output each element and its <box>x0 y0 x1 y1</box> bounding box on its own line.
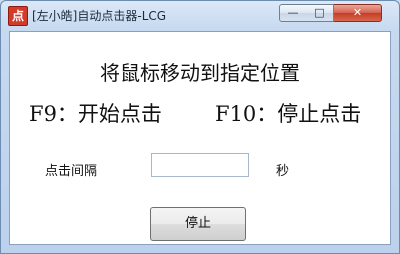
client-area: 将鼠标移动到指定位置 F9：开始点击 F10：停止点击 点击间隔 秒 停止 <box>9 31 391 245</box>
stop-button[interactable]: 停止 <box>150 207 246 241</box>
window-title: [左小皓]自动点击器-LCG <box>32 9 167 23</box>
f9-hint: F9：开始点击 <box>29 102 162 126</box>
maximize-icon: □ <box>314 6 325 19</box>
title-bar[interactable]: 点 [左小皓]自动点击器-LCG — □ ✕ <box>1 1 399 29</box>
app-window: 点 [左小皓]自动点击器-LCG — □ ✕ 将鼠标移动到指定位置 F9：开始点… <box>0 0 400 254</box>
interval-input[interactable] <box>151 153 249 177</box>
close-button[interactable]: ✕ <box>334 4 382 22</box>
interval-unit: 秒 <box>276 164 290 179</box>
f10-hint: F10：停止点击 <box>215 102 362 126</box>
instruction-text: 将鼠标移动到指定位置 <box>100 61 300 85</box>
minimize-icon: — <box>287 6 299 19</box>
minimize-button[interactable]: — <box>279 4 307 22</box>
interval-label: 点击间隔 <box>45 164 98 179</box>
close-icon: ✕ <box>352 6 363 19</box>
app-icon: 点 <box>8 6 28 26</box>
maximize-button[interactable]: □ <box>306 4 334 22</box>
